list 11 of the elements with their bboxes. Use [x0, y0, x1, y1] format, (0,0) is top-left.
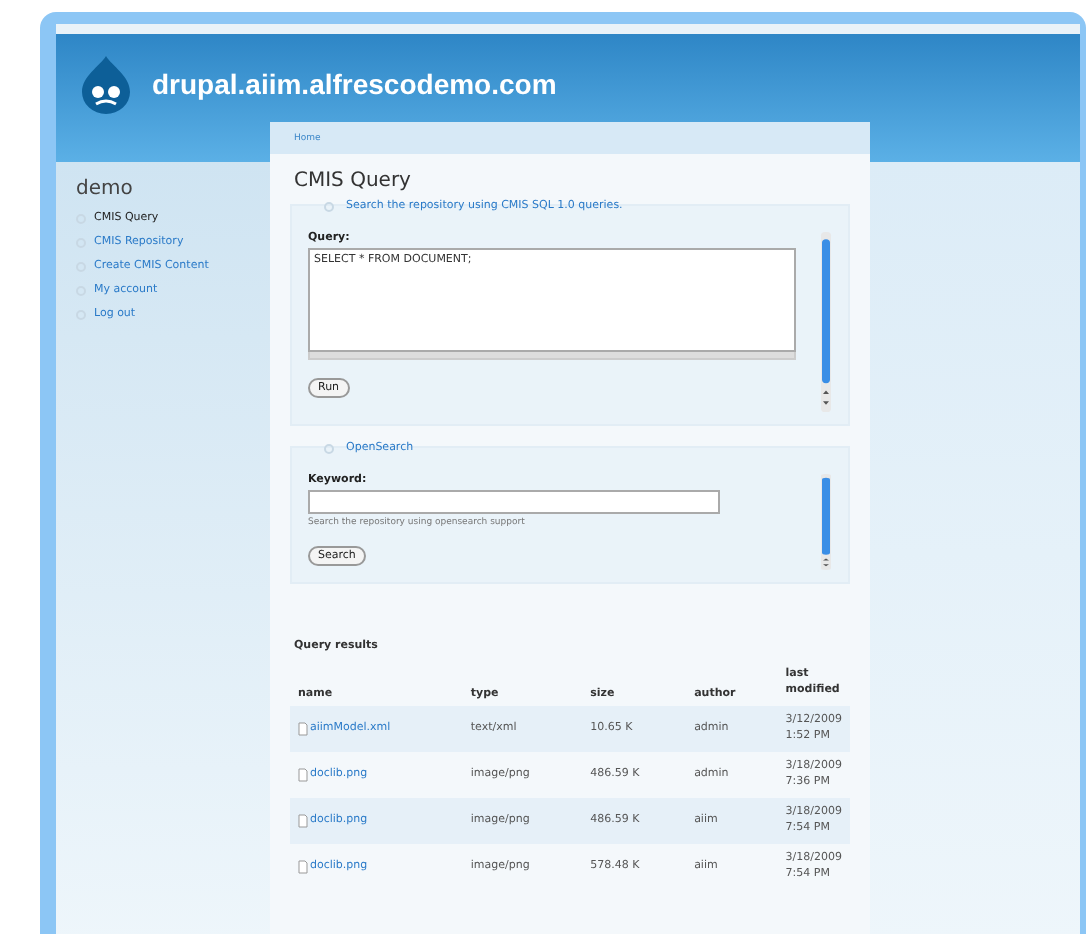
scrollbar[interactable]	[820, 232, 832, 412]
file-icon	[298, 859, 308, 873]
scrollbar[interactable]	[820, 474, 832, 570]
site-name[interactable]: drupal.aiim.alfrescodemo.com	[152, 68, 557, 100]
keyword-field[interactable]	[308, 490, 720, 514]
file-icon	[298, 721, 308, 735]
file-icon	[298, 767, 308, 781]
drop-logo-icon	[80, 54, 132, 114]
file-icon	[298, 813, 308, 827]
page-title: CMIS Query	[294, 170, 413, 192]
sidebar-title: demo	[76, 178, 135, 200]
